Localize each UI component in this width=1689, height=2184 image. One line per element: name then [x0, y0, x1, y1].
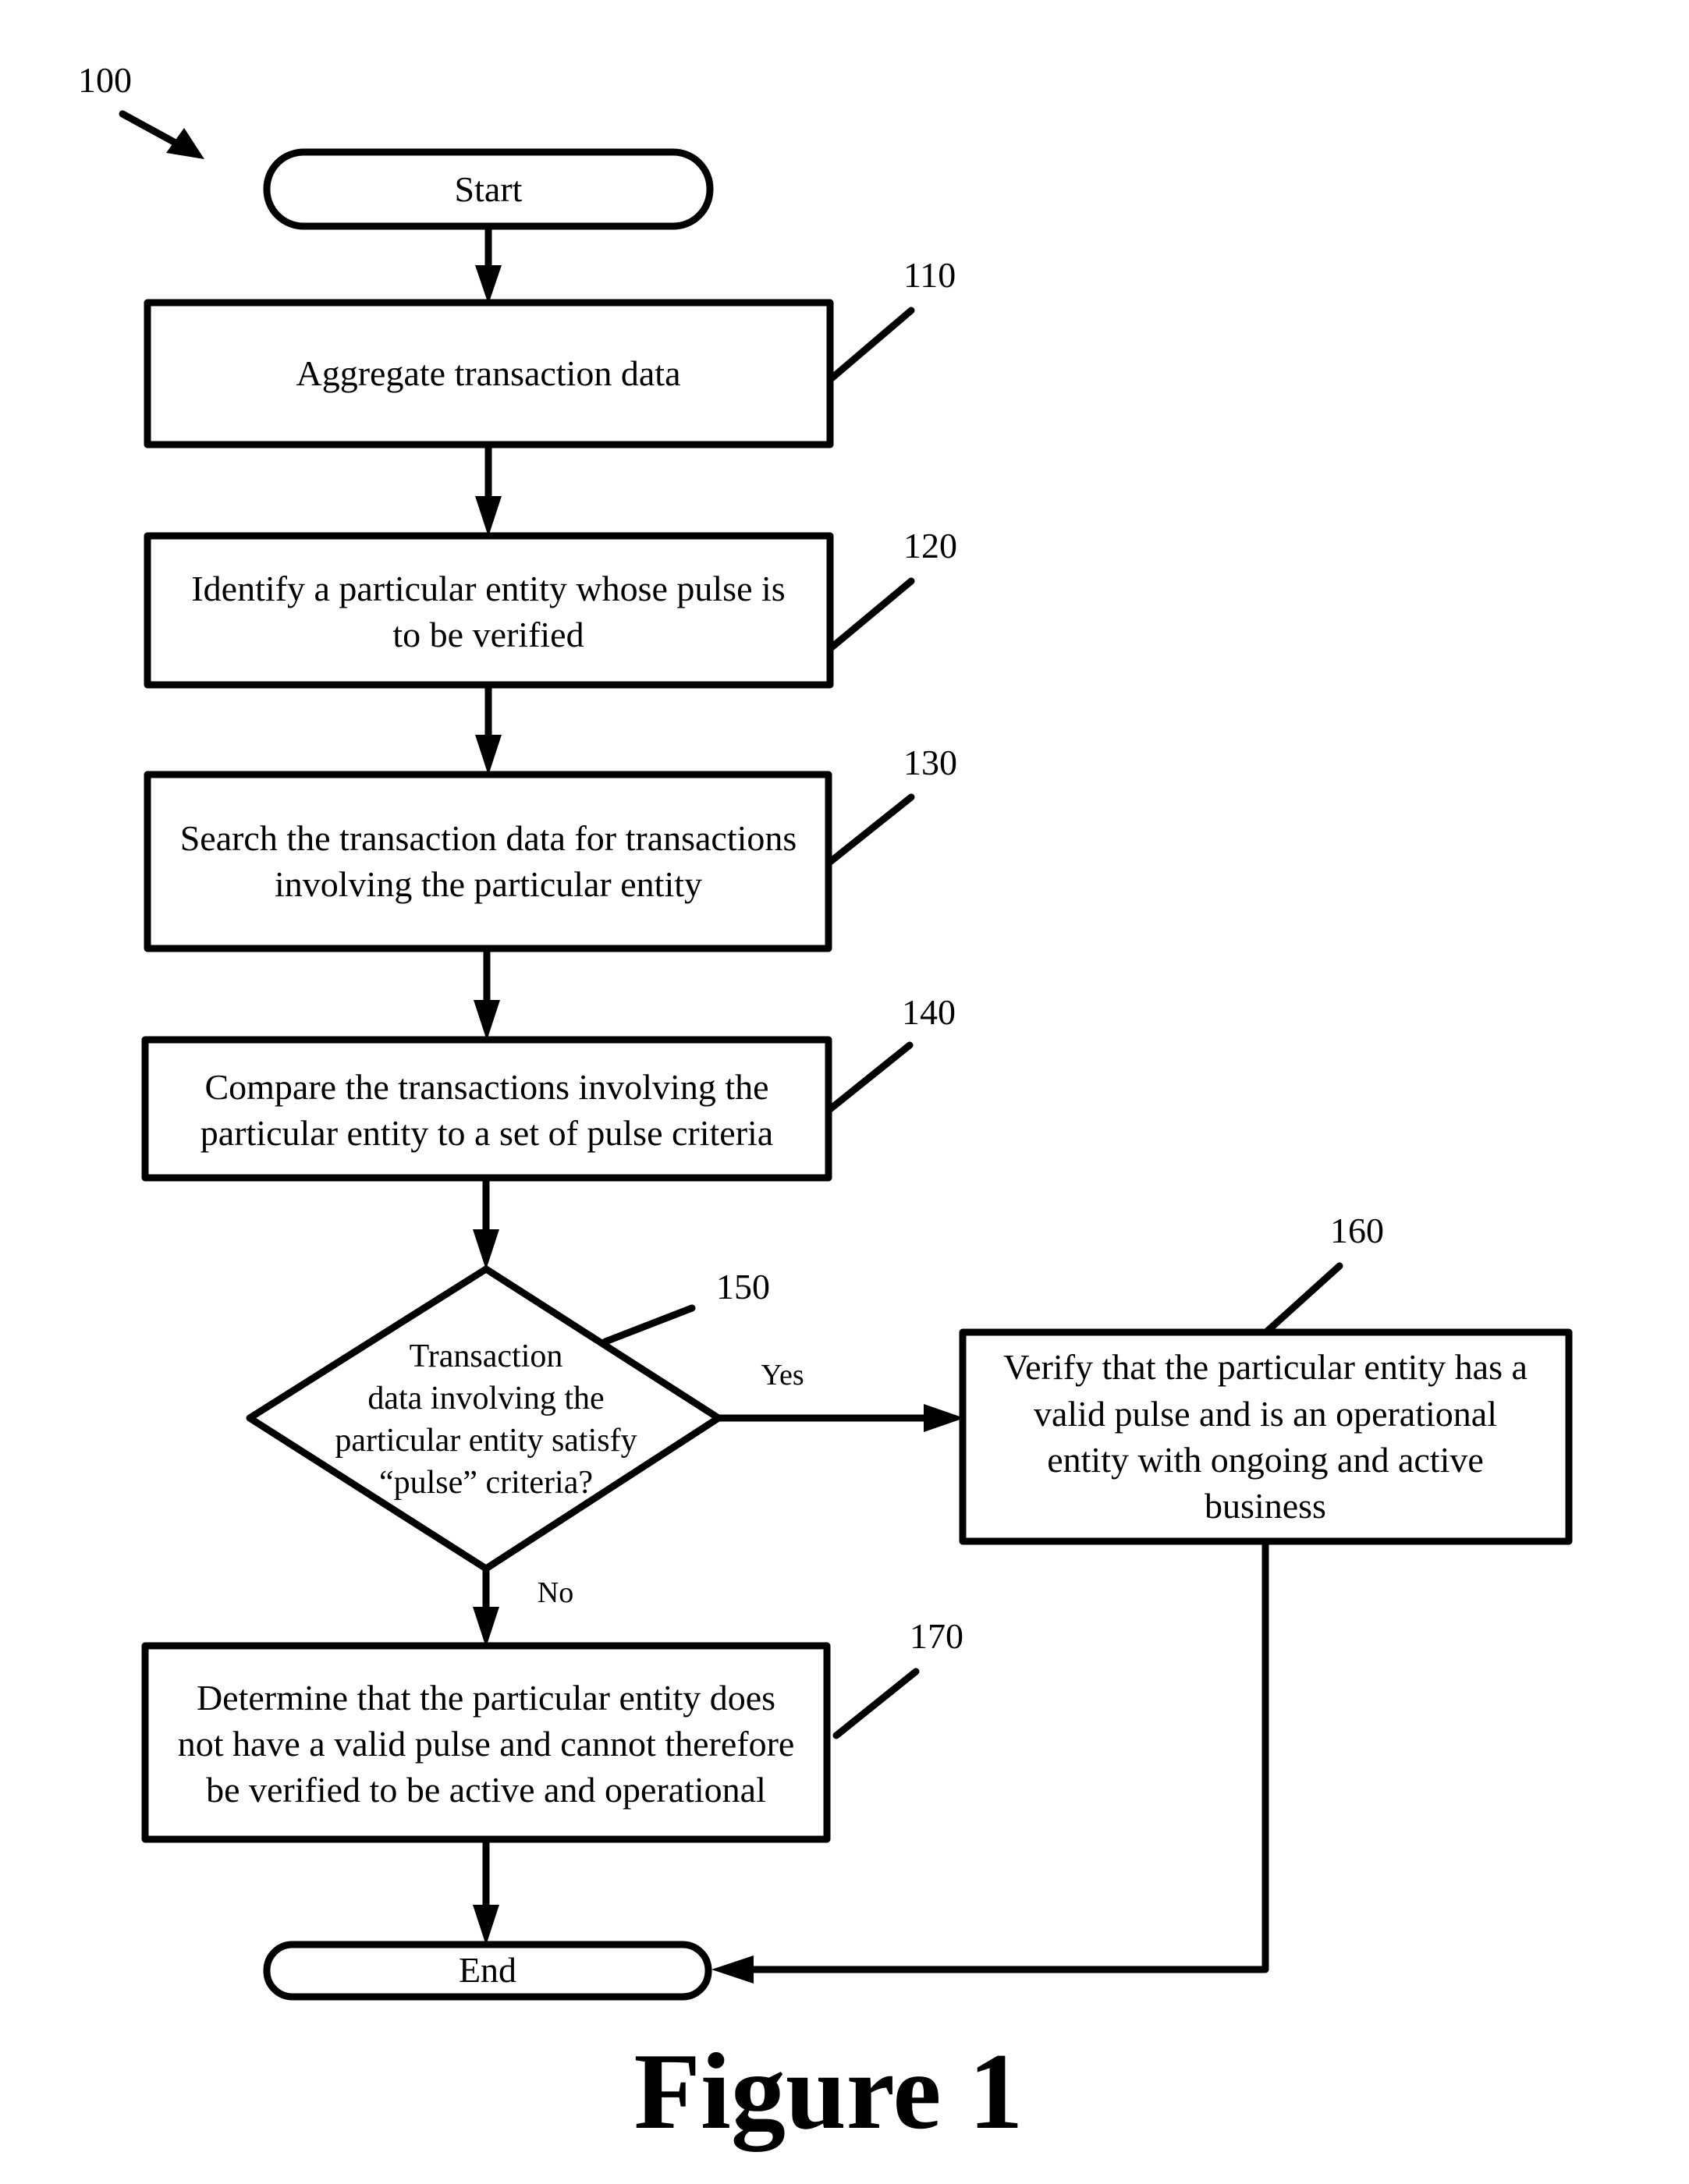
start-terminal: Start	[263, 148, 714, 230]
arrow-start-to-110-head	[475, 265, 502, 304]
step-140: Compare the transactions involving the p…	[141, 992, 956, 1182]
start-terminal-label: Start	[455, 169, 523, 209]
arrow-140-to-150-head	[473, 1229, 499, 1270]
end-terminal: End	[263, 1941, 712, 2001]
step-160-text-line: business	[1205, 1486, 1326, 1526]
arrow-110-to-120-head	[475, 496, 502, 537]
decision-150-reference: 150	[716, 1267, 770, 1306]
step-120-reference: 120	[903, 526, 957, 566]
step-130-box	[144, 771, 832, 952]
figure-reference-arrow-shaft	[119, 110, 185, 150]
arrow-130-to-140-head	[474, 1000, 500, 1041]
step-120: Identify a particular entity whose pulse…	[144, 526, 957, 689]
step-110-reference: 110	[903, 255, 956, 295]
no-label: No	[538, 1576, 573, 1609]
step-160-text-line: Verify that the particular entity has a	[1003, 1347, 1528, 1387]
step-120-box	[144, 532, 834, 689]
decision-150-text-line: Transaction	[410, 1338, 563, 1374]
step-170: Determine that the particular entity doe…	[141, 1616, 963, 1843]
figure-reference-label: 100	[78, 60, 132, 100]
decision-150-text-line: particular entity satisfy	[335, 1423, 637, 1459]
step-110: Aggregate transaction data 110	[144, 255, 956, 448]
decision-150-leader-line	[601, 1304, 696, 1346]
arrow-yes-head	[924, 1404, 964, 1432]
step-130-leader-line	[826, 793, 915, 866]
step-120-text-line: Identify a particular entity whose pulse…	[191, 569, 785, 608]
step-170-text-line: Determine that the particular entity doe…	[197, 1678, 775, 1718]
decision-150: Transaction data involving the particula…	[246, 1265, 770, 1572]
connector-160-to-end-head	[711, 1955, 754, 1984]
step-160-reference: 160	[1330, 1211, 1384, 1250]
step-160-text-line: valid pulse and is an operational	[1034, 1394, 1497, 1434]
step-170-reference: 170	[910, 1616, 963, 1656]
end-terminal-label: End	[459, 1950, 516, 1990]
decision-150-diamond	[246, 1265, 722, 1572]
step-130-reference: 130	[903, 743, 957, 782]
step-140-box	[141, 1036, 832, 1182]
step-120-text-line: to be verified	[392, 615, 584, 654]
arrow-120-to-130-head	[475, 735, 502, 775]
step-140-text-line: Compare the transactions involving the	[204, 1067, 768, 1107]
step-110-text-line: Aggregate transaction data	[296, 353, 681, 393]
step-170-text-line: not have a valid pulse and cannot theref…	[178, 1724, 795, 1764]
step-130-text-line: Search the transaction data for transact…	[180, 818, 797, 858]
flowchart: 100 Start Aggregate transaction data 110…	[78, 60, 1573, 2152]
step-140-text-line: particular entity to a set of pulse crit…	[200, 1113, 773, 1153]
step-160-leader-line	[1264, 1262, 1343, 1335]
arrow-no-head	[473, 1607, 499, 1647]
step-110-leader-line	[828, 307, 915, 382]
yes-label: Yes	[761, 1359, 804, 1392]
decision-150-text-line: data involving the	[367, 1381, 604, 1416]
step-160: Verify that the particular entity has a …	[959, 1211, 1573, 1545]
step-140-leader-line	[826, 1041, 914, 1113]
step-120-leader-line	[828, 577, 915, 651]
step-130-text-line: involving the particular entity	[275, 864, 702, 904]
arrow-170-to-end-head	[473, 1905, 499, 1945]
step-160-text-line: entity with ongoing and active	[1047, 1440, 1484, 1480]
step-170-text-line: be verified to be active and operational	[206, 1770, 766, 1810]
decision-150-text-line: “pulse” criteria?	[379, 1465, 593, 1501]
step-140-reference: 140	[902, 992, 956, 1032]
figure-caption: Figure 1	[633, 2031, 1023, 2152]
step-130: Search the transaction data for transact…	[144, 743, 957, 952]
step-170-leader-line	[832, 1668, 920, 1739]
